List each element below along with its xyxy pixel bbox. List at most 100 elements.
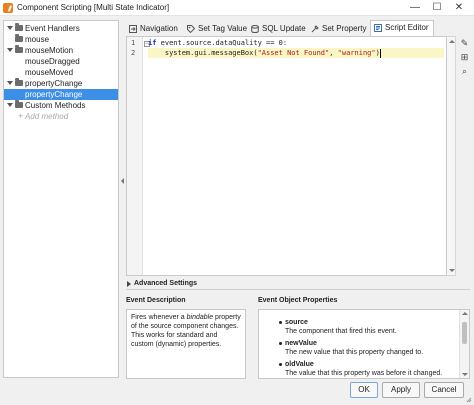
close-button[interactable]: ✕ [452, 1, 466, 15]
property-entry: oldValue The value that this property wa… [279, 360, 455, 378]
tree-item-label: Event Handlers [25, 24, 80, 33]
expand-caret-icon[interactable] [7, 26, 13, 30]
window-title: Component Scripting [Multi State Indicat… [17, 3, 170, 12]
resize-grip-icon[interactable] [464, 397, 472, 403]
properties-scrollbar[interactable] [459, 310, 469, 378]
horizontal-divider[interactable] [126, 289, 470, 290]
tab-set-tag-value[interactable]: Set Tag Value [184, 22, 248, 36]
tree-item-label: Add method [25, 112, 69, 121]
app-logo-icon [3, 3, 13, 13]
event-description-box: Fires whenever a bindable property of th… [126, 309, 246, 379]
description-emphasis: bindable [186, 314, 214, 321]
folder-icon [15, 100, 23, 108]
property-entry: newValue The new value that this propert… [279, 339, 455, 357]
tree-item-label: propertyChange [25, 90, 83, 99]
line-number: 1 [131, 39, 136, 47]
event-properties-title: Event Object Properties [258, 297, 338, 304]
action-tabs: Navigation Set Tag Value SQL Update Set … [126, 20, 456, 36]
tree-item-mousemoved[interactable]: mouseMoved [4, 67, 118, 78]
code-line-1[interactable]: if event.source.dataQuality == 0: [148, 38, 444, 48]
expand-arrow-icon [127, 281, 131, 287]
folder-icon [15, 78, 23, 86]
tab-label: Set Property [322, 24, 367, 33]
edit-tool-icon[interactable]: ✎ [459, 38, 470, 49]
title-bar: Component Scripting [Multi State Indicat… [0, 0, 474, 16]
event-properties-box: source The component that fired this eve… [258, 309, 470, 379]
component-scripting-window: Component Scripting [Multi State Indicat… [0, 0, 474, 405]
tree-item-mouse[interactable]: mouse [4, 34, 118, 45]
add-method-item[interactable]: + Add method [4, 111, 118, 122]
description-text: Fires whenever a [131, 314, 187, 321]
property-name: source [285, 319, 308, 326]
scroll-up-icon[interactable] [462, 312, 468, 315]
expand-caret-icon[interactable] [7, 81, 13, 85]
property-description: The value that this property was before … [285, 370, 443, 377]
tab-label: SQL Update [262, 24, 306, 33]
event-description-title: Event Description [126, 297, 186, 304]
add-icon: + [18, 111, 24, 121]
expand-caret-icon[interactable] [7, 103, 13, 107]
event-tree: Event Handlers mouse mouseMotion mouseDr… [3, 20, 119, 378]
tree-item-mousedragged[interactable]: mouseDragged [4, 56, 118, 67]
tag-icon [187, 25, 195, 33]
tree-item-label: mouseMotion [25, 46, 74, 55]
tab-label: Script Editor [385, 23, 429, 32]
code-line-2[interactable]: system.gui.messageBox("Asset Not Found",… [148, 48, 444, 58]
tab-label: Navigation [140, 24, 178, 33]
folder-icon [15, 34, 23, 42]
scroll-up-icon[interactable] [449, 40, 455, 43]
tree-item-custom-methods[interactable]: Custom Methods [4, 100, 118, 111]
text-cursor [379, 48, 381, 58]
tree-item-event-handlers[interactable]: Event Handlers [4, 23, 118, 34]
code-text: , [329, 49, 338, 57]
tab-script-editor[interactable]: Script Editor [370, 20, 434, 36]
cancel-button[interactable]: Cancel [424, 382, 464, 398]
advanced-settings-toggle[interactable]: Advanced Settings [126, 279, 456, 289]
database-icon [251, 25, 259, 33]
property-description: The new value that this property changed… [285, 349, 424, 356]
tab-set-property[interactable]: Set Property [308, 22, 370, 36]
code-text: event.source.dataQuality == 0: [156, 39, 288, 47]
property-name: oldValue [285, 361, 314, 368]
tab-sql-update[interactable]: SQL Update [248, 22, 306, 36]
line-number-gutter: 1 2 [127, 37, 143, 275]
scroll-down-icon[interactable] [462, 373, 468, 376]
ok-button[interactable]: OK [350, 382, 378, 398]
folder-icon [15, 45, 23, 53]
code-text: system.gui.messageBox( [164, 49, 258, 57]
tree-item-propertychange-selected[interactable]: propertyChange [4, 89, 118, 100]
script-editor[interactable]: 1 2 − if event.source.dataQuality == 0: … [126, 36, 447, 276]
tree-item-propertychange-group[interactable]: propertyChange [4, 78, 118, 89]
folder-icon [15, 23, 23, 31]
collapse-left-arrow-icon[interactable] [121, 178, 124, 184]
editor-vertical-scrollbar[interactable] [447, 36, 456, 276]
scroll-thumb[interactable] [462, 322, 467, 344]
line-number: 2 [131, 49, 136, 57]
bullet-icon [279, 321, 282, 324]
advanced-settings-label: Advanced Settings [134, 280, 198, 287]
insert-tool-icon[interactable]: ⊞ [459, 52, 470, 63]
scroll-down-icon[interactable] [449, 269, 455, 272]
script-icon [374, 24, 382, 32]
property-entry: source The component that fired this eve… [279, 318, 455, 336]
tree-item-label: mouseDragged [25, 57, 80, 66]
tab-label: Set Tag Value [198, 24, 248, 33]
bullet-icon [279, 342, 282, 345]
tree-item-label: propertyChange [25, 79, 83, 88]
tab-navigation[interactable]: Navigation [126, 22, 182, 36]
property-description: The component that fired this event. [285, 328, 397, 335]
tree-item-label: mouseMoved [25, 68, 74, 77]
property-icon [311, 25, 319, 33]
tree-item-label: mouse [25, 35, 50, 44]
apply-button[interactable]: Apply [382, 382, 420, 398]
tree-item-mousemotion[interactable]: mouseMotion [4, 45, 118, 56]
code-string: "Asset Not Found" [257, 49, 330, 57]
maximize-button[interactable]: ☐ [430, 1, 444, 15]
search-tool-icon[interactable]: ⌕ [459, 66, 470, 77]
property-name: newValue [285, 340, 317, 347]
bullet-icon [279, 363, 282, 366]
tree-item-label: Custom Methods [25, 101, 86, 110]
expand-caret-icon[interactable] [7, 48, 13, 52]
minimize-button[interactable]: — [408, 1, 422, 15]
